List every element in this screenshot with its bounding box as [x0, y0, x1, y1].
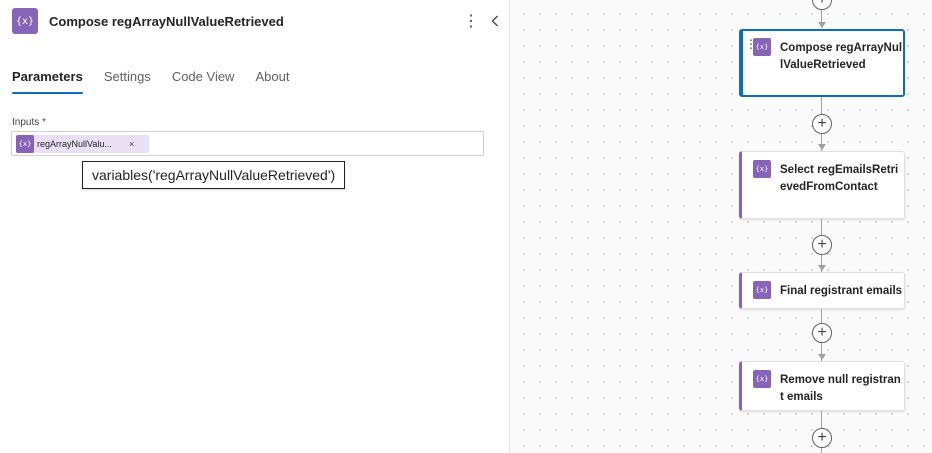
- token-tooltip: variables('regArrayNullValueRetrieved'): [82, 161, 346, 189]
- expression-token[interactable]: {x} regArrayNullValu... ×: [16, 135, 149, 153]
- more-options-icon[interactable]: ⋮: [463, 10, 479, 32]
- connector-arrow: [818, 22, 826, 28]
- node-title: Remove null registrant emails: [780, 374, 901, 403]
- flow-node-select[interactable]: {x} Select regEmailsRetrievedFromContact: [739, 151, 905, 219]
- node-title: Final registrant emails: [780, 285, 903, 297]
- panel-title: Compose regArrayNullValueRetrieved: [49, 14, 284, 29]
- variable-icon: {x}: [753, 281, 771, 299]
- add-step-button[interactable]: +: [812, 428, 832, 448]
- inputs-field[interactable]: {x} regArrayNullValu... ×: [11, 131, 484, 156]
- add-step-button[interactable]: +: [812, 235, 832, 255]
- add-step-button[interactable]: +: [812, 114, 832, 134]
- add-step-button[interactable]: +: [812, 0, 832, 10]
- connector-arrow: [818, 265, 826, 271]
- panel-header: {x} Compose regArrayNullValueRetrieved ⋮: [12, 8, 502, 36]
- variable-icon: {x}: [16, 135, 34, 153]
- tab-parameters[interactable]: Parameters: [12, 62, 83, 94]
- connector-arrow: [818, 144, 826, 150]
- tab-settings[interactable]: Settings: [104, 62, 151, 92]
- inputs-label: Inputs *: [12, 117, 46, 128]
- tab-about[interactable]: About: [255, 62, 289, 92]
- add-step-button[interactable]: +: [812, 323, 832, 343]
- collapse-chevron-icon[interactable]: [488, 10, 502, 32]
- flow-node-compose[interactable]: ⋮ {x} Compose regArrayNullValueRetrieved: [739, 29, 905, 97]
- flow-node-remove-null-emails[interactable]: {x} Remove null registrant emails: [739, 361, 905, 411]
- connector-arrow: [818, 354, 826, 360]
- variable-icon: {x}: [753, 160, 771, 178]
- remove-token-icon[interactable]: ×: [129, 139, 134, 149]
- required-marker: *: [42, 117, 46, 128]
- flow-canvas[interactable]: + ⋮ {x} Compose regArrayNullValueRetriev…: [510, 0, 932, 453]
- variable-icon: {x}: [753, 38, 771, 56]
- variable-icon: {x}: [753, 370, 771, 388]
- flow-node-final-registrant-emails[interactable]: {x} Final registrant emails: [739, 272, 905, 309]
- token-label: regArrayNullValu...: [37, 139, 112, 149]
- node-title: Select regEmailsRetrievedFromContact: [780, 164, 899, 193]
- node-title: Compose regArrayNullValueRetrieved: [780, 42, 903, 71]
- panel-tabs: Parameters Settings Code View About: [12, 62, 310, 94]
- variable-icon: {x}: [12, 8, 38, 34]
- tab-code-view[interactable]: Code View: [172, 62, 235, 92]
- action-details-panel: {x} Compose regArrayNullValueRetrieved ⋮…: [0, 0, 510, 453]
- inputs-label-text: Inputs: [12, 117, 40, 128]
